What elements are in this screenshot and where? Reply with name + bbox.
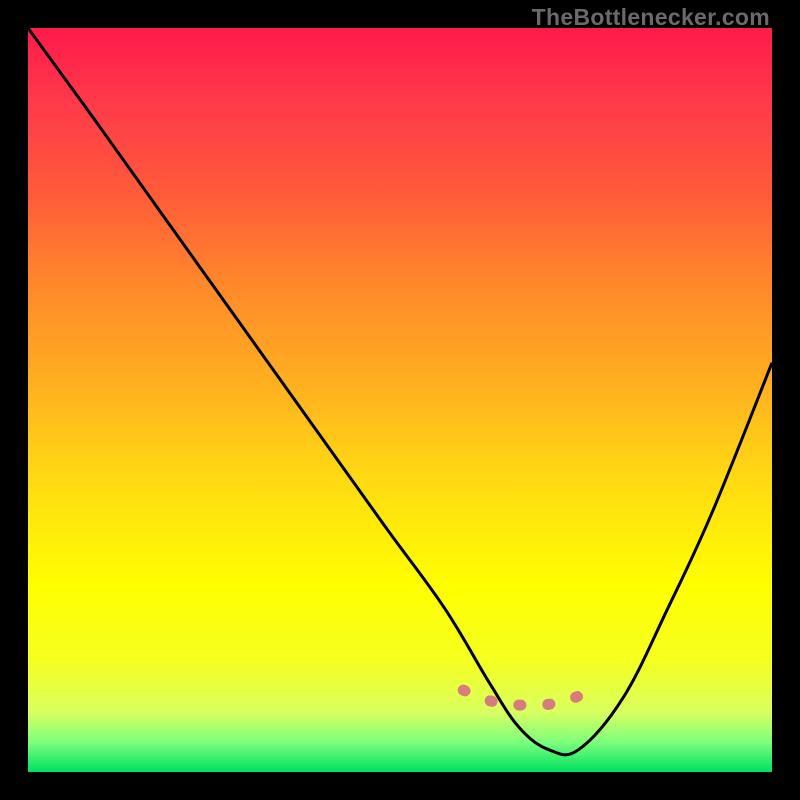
curve-layer	[28, 28, 772, 772]
chart-container: TheBottlenecker.com	[0, 0, 800, 800]
optimal-zone-marker	[463, 690, 589, 705]
watermark-text: TheBottlenecker.com	[532, 4, 770, 31]
frame-left	[0, 0, 28, 800]
frame-right	[772, 0, 800, 800]
plot-area	[28, 28, 772, 772]
frame-bottom	[0, 772, 800, 800]
bottleneck-curve	[28, 28, 772, 755]
